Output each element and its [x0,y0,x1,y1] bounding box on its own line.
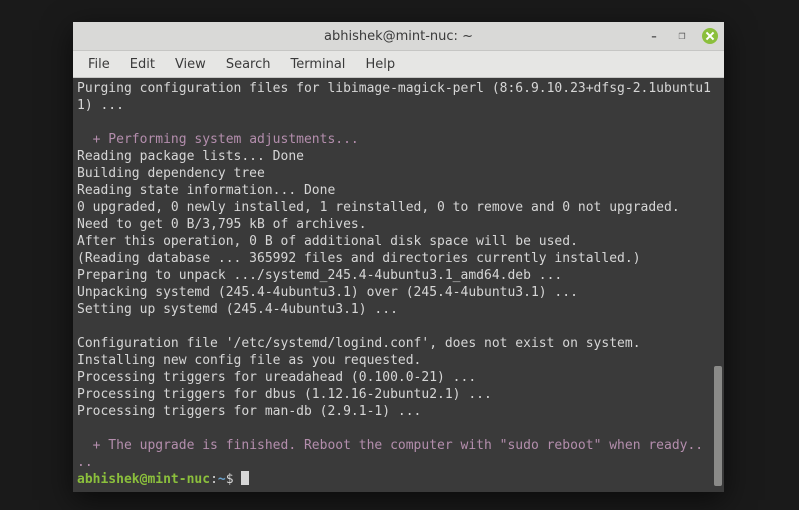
output-line: Processing triggers for man-db (2.9.1-1)… [77,404,421,419]
output-heading: .. [77,455,93,470]
output-heading: + The upgrade is finished. Reboot the co… [77,438,703,453]
menu-edit[interactable]: Edit [121,55,164,74]
output-line: Processing triggers for dbus (1.12.16-2u… [77,387,492,402]
menubar: File Edit View Search Terminal Help [73,51,724,78]
close-button[interactable] [702,28,718,44]
prompt-user-host: abhishek@mint-nuc [77,472,210,487]
output-line: Setting up systemd (245.4-4ubuntu3.1) ..… [77,302,398,317]
output-line: After this operation, 0 B of additional … [77,234,578,249]
menu-file[interactable]: File [79,55,119,74]
output-line: Building dependency tree [77,166,265,181]
titlebar[interactable]: abhishek@mint-nuc: ~ [73,22,724,51]
prompt-sep: : [210,472,218,487]
output-line: Processing triggers for ureadahead (0.10… [77,370,476,385]
output-line: Reading package lists... Done [77,149,304,164]
minimize-button[interactable] [646,28,662,44]
menu-search[interactable]: Search [217,55,280,74]
output-line: Unpacking systemd (245.4-4ubuntu3.1) ove… [77,285,578,300]
output-line: Reading state information... Done [77,183,335,198]
output-line: Purging configuration files for libimage… [77,81,711,113]
output-line: 0 upgraded, 0 newly installed, 1 reinsta… [77,200,680,215]
output-heading: + Performing system adjustments... [77,132,359,147]
terminal-window: abhishek@mint-nuc: ~ File Edit View Sear… [73,22,724,492]
prompt-path: ~ [218,472,226,487]
maximize-button[interactable] [674,28,690,44]
scrollbar-thumb[interactable] [714,366,722,486]
terminal-output[interactable]: Purging configuration files for libimage… [77,80,712,488]
window-controls [646,22,718,50]
output-line: Need to get 0 B/3,795 kB of archives. [77,217,367,232]
menu-help[interactable]: Help [356,55,404,74]
cursor-icon [241,471,249,485]
output-line: (Reading database ... 365992 files and d… [77,251,641,266]
prompt-dollar: $ [226,472,242,487]
menu-view[interactable]: View [166,55,215,74]
output-line: Installing new config file as you reques… [77,353,421,368]
scrollbar[interactable] [714,82,722,488]
output-line: Preparing to unpack .../systemd_245.4-4u… [77,268,562,283]
window-title: abhishek@mint-nuc: ~ [324,29,473,44]
output-line: Configuration file '/etc/systemd/logind.… [77,336,641,351]
menu-terminal[interactable]: Terminal [281,55,354,74]
terminal-viewport[interactable]: Purging configuration files for libimage… [73,78,724,492]
